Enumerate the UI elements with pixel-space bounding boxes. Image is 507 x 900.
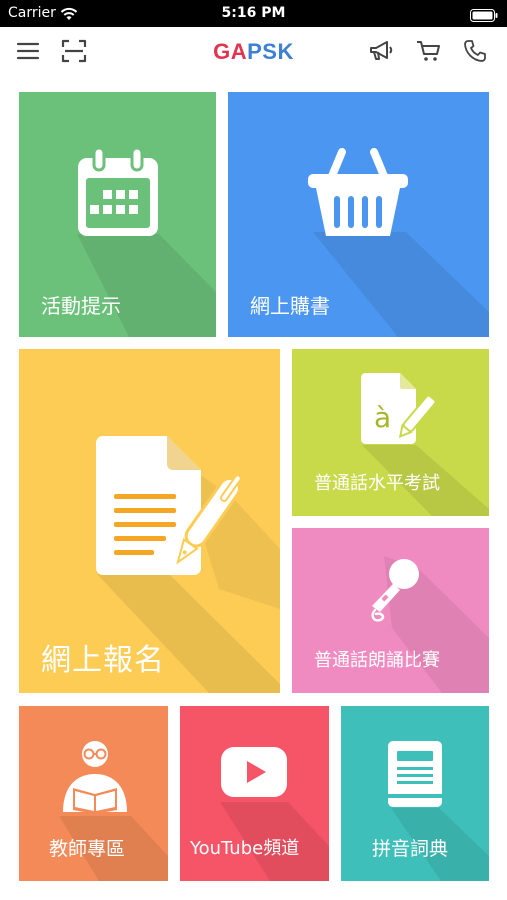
tile-exam[interactable]: à 普通話水平考試 [292, 349, 489, 516]
clock: 5:16 PM [221, 5, 286, 21]
tile-label: 普通話水平考試 [314, 473, 440, 494]
svg-text:à: à [374, 401, 391, 434]
cart-icon[interactable] [415, 37, 443, 65]
tile-dictionary[interactable]: 拼音詞典 [341, 706, 489, 881]
basket-icon [306, 148, 410, 244]
tile-recital[interactable]: 普通話朗誦比賽 [292, 528, 489, 693]
teacher-icon [59, 738, 131, 818]
tile-label: 拼音詞典 [372, 838, 449, 860]
tile-teachers[interactable]: 教師專區 [19, 706, 168, 881]
tile-events[interactable]: 活動提示 [19, 92, 216, 337]
status-bar: Carrier 5:16 PM [0, 0, 507, 27]
book-icon [387, 740, 443, 812]
logo-part-psk: PSK [247, 39, 294, 64]
tile-label: 網上購書 [250, 294, 330, 318]
tile-register[interactable]: 網上報名 [19, 349, 280, 693]
microphone-icon [360, 556, 424, 634]
youtube-icon [220, 746, 288, 802]
tile-youtube[interactable]: YouTube頻道 [180, 706, 329, 881]
language-doc-icon: à [360, 371, 437, 451]
calendar-icon [76, 146, 160, 242]
megaphone-icon[interactable] [367, 37, 395, 65]
tile-label: 普通話朗誦比賽 [314, 650, 440, 671]
tile-label: YouTube頻道 [190, 838, 300, 859]
top-navbar: GAPSK [0, 27, 507, 75]
document-pen-icon [95, 434, 242, 583]
tile-label: 活動提示 [41, 294, 121, 318]
tile-shop[interactable]: 網上購書 [228, 92, 489, 337]
logo-part-ga: GA [213, 39, 248, 64]
tile-label: 教師專區 [49, 838, 126, 860]
tile-label: 網上報名 [41, 643, 165, 678]
phone-icon[interactable] [461, 37, 489, 65]
battery-icon [470, 7, 498, 26]
